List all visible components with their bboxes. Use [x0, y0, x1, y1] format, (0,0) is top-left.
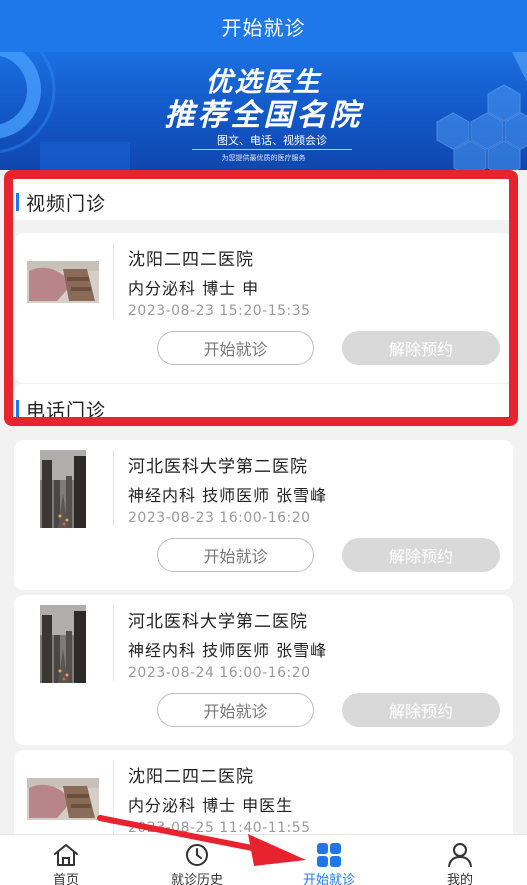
start-consult-button[interactable]: 开始就诊	[157, 538, 314, 572]
tab-home[interactable]: 首页	[16, 835, 116, 885]
hospital-name: 河北医科大学第二医院	[128, 612, 308, 632]
page-header: 开始就诊	[0, 0, 527, 52]
tab-label: 我的	[446, 873, 473, 885]
banner-caption: 为您提供最优质的医疗服务	[221, 154, 306, 162]
bottom-tab-bar: 首页 就诊历史 开始就诊 我的	[0, 834, 527, 885]
section-title-text: 电话门诊	[26, 400, 107, 422]
appointment-time: 2023-08-23 15:20-15:35	[128, 303, 311, 319]
section-accent-bar	[16, 400, 19, 418]
start-consult-button[interactable]: 开始就诊	[157, 693, 314, 727]
appointment-time: 2023-08-23 16:00-16:20	[128, 510, 311, 526]
doctor-photo	[27, 778, 99, 820]
doctor-info: 内分泌科 博士 申	[128, 279, 260, 298]
banner-subtitle: 图文、电话、视频会诊	[192, 132, 352, 150]
appointment-card[interactable]: 河北医科大学第二医院 神经内科 技师医师 张雪峰 2023-08-24 16:0…	[14, 595, 513, 745]
hospital-name: 沈阳二四二医院	[128, 250, 254, 270]
doctor-photo	[40, 450, 86, 528]
doctor-photo	[27, 261, 99, 303]
cancel-appointment-button[interactable]: 解除预约	[342, 538, 500, 572]
tab-label: 就诊历史	[170, 873, 223, 885]
banner-headline-2: 推荐全国名院	[164, 98, 363, 133]
tab-label: 开始就诊	[302, 873, 355, 885]
card-divider	[113, 760, 114, 836]
doctor-photo	[40, 605, 86, 683]
doctor-info: 神经内科 技师医师 张雪峰	[128, 641, 328, 660]
cancel-appointment-button[interactable]: 解除预约	[342, 693, 500, 727]
promo-banner[interactable]: 优选医生 推荐全国名院 图文、电话、视频会诊 为您提供最优质的医疗服务	[0, 52, 527, 170]
doctor-info: 神经内科 技师医师 张雪峰	[128, 486, 328, 505]
card-divider	[113, 243, 114, 319]
tab-label: 首页	[52, 873, 79, 885]
user-icon	[448, 843, 472, 868]
grid-icon	[317, 843, 341, 867]
page-title: 开始就诊	[221, 15, 306, 40]
tab-profile[interactable]: 我的	[410, 835, 510, 885]
history-icon	[186, 844, 208, 866]
tab-history[interactable]: 就诊历史	[147, 835, 247, 885]
start-consult-button[interactable]: 开始就诊	[157, 331, 314, 365]
cancel-appointment-button[interactable]: 解除预约	[342, 331, 500, 365]
home-icon	[54, 844, 78, 866]
hospital-name: 沈阳二四二医院	[128, 767, 254, 787]
card-divider	[113, 450, 114, 526]
appointment-card[interactable]: 沈阳二四二医院 内分泌科 博士 申 2023-08-23 15:20-15:35…	[14, 233, 513, 383]
appointment-card[interactable]: 河北医科大学第二医院 神经内科 技师医师 张雪峰 2023-08-23 16:0…	[14, 440, 513, 590]
section-title-phone: 电话门诊	[16, 396, 107, 423]
appointment-time: 2023-08-24 16:00-16:20	[128, 665, 311, 681]
doctor-info: 内分泌科 博士 申医生	[128, 796, 294, 815]
hospital-name: 河北医科大学第二医院	[128, 457, 308, 477]
section-accent-bar	[16, 193, 19, 211]
section-title-video: 视频门诊	[16, 189, 107, 216]
tab-start-consult[interactable]: 开始就诊	[279, 835, 379, 885]
section-title-text: 视频门诊	[26, 193, 107, 215]
card-divider	[113, 605, 114, 681]
